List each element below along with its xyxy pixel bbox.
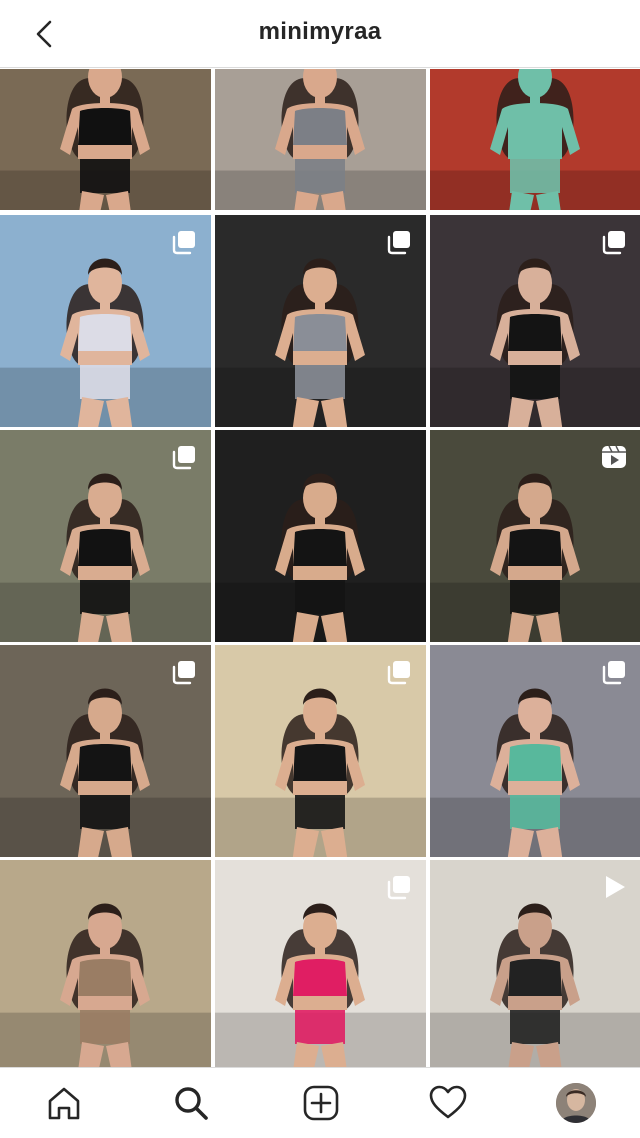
photo-shape <box>508 314 562 351</box>
post-thumbnail <box>215 430 426 642</box>
photo-shape <box>80 1010 130 1044</box>
photo-shape <box>78 314 132 351</box>
video-icon <box>606 876 625 898</box>
photo-shape <box>295 580 345 614</box>
photo-shape <box>80 795 130 829</box>
photo-shape <box>80 159 130 193</box>
grid-post-tile[interactable] <box>430 860 640 1072</box>
photo-shape <box>295 1010 345 1044</box>
photo-shape <box>295 795 345 829</box>
photo-shape <box>80 580 130 614</box>
grid-post-tile[interactable] <box>0 69 211 210</box>
profile-username[interactable]: minimyraa <box>0 18 640 46</box>
grid-post-tile[interactable] <box>215 645 426 857</box>
photo-shape <box>80 365 130 399</box>
post-thumbnail <box>215 69 426 210</box>
photo-shape <box>295 159 345 193</box>
photo-shape <box>510 1010 560 1044</box>
avatar <box>556 1083 596 1123</box>
nav-new-post-button[interactable] <box>296 1078 346 1128</box>
grid-post-tile[interactable] <box>215 860 426 1072</box>
photo-shape <box>510 795 560 829</box>
top-bar: minimyraa <box>0 0 640 68</box>
grid-post-tile[interactable] <box>430 645 640 857</box>
nav-search-button[interactable] <box>166 1078 216 1128</box>
photo-shape <box>78 108 132 145</box>
heart-icon <box>429 1085 467 1119</box>
grid-post-tile[interactable] <box>430 69 640 210</box>
photo-shape <box>293 959 347 996</box>
photo-shape <box>510 365 560 399</box>
photo-shape <box>293 744 347 781</box>
grid-post-tile[interactable] <box>430 215 640 427</box>
photo-shape <box>293 108 347 145</box>
post-thumbnail <box>430 69 640 210</box>
photo-shape <box>295 365 345 399</box>
photo-shape <box>293 529 347 566</box>
carousel-icon <box>172 446 195 470</box>
grid-post-tile[interactable] <box>0 645 211 857</box>
carousel-icon <box>602 661 625 685</box>
post-thumbnail <box>0 860 211 1072</box>
carousel-icon <box>172 661 195 685</box>
nav-home-button[interactable] <box>39 1078 89 1128</box>
carousel-icon <box>387 661 410 685</box>
grid-post-tile[interactable] <box>215 69 426 210</box>
search-icon <box>175 1087 208 1120</box>
grid-post-tile[interactable] <box>0 430 211 642</box>
photo-shape <box>78 959 132 996</box>
carousel-icon <box>387 876 410 900</box>
carousel-icon <box>602 231 625 255</box>
photo-shape <box>78 744 132 781</box>
carousel-icon <box>172 231 195 255</box>
grid-post-tile[interactable] <box>430 430 640 642</box>
photo-shape <box>510 159 560 193</box>
new-post-icon <box>303 1085 339 1121</box>
photo-shape <box>508 959 562 996</box>
photo-shape <box>293 314 347 351</box>
home-icon <box>48 1087 80 1120</box>
photo-shape <box>508 529 562 566</box>
nav-profile-button[interactable] <box>551 1078 601 1128</box>
photo-shape <box>508 108 562 145</box>
reel-icon <box>602 445 626 468</box>
grid-post-tile[interactable] <box>215 430 426 642</box>
photo-shape <box>508 744 562 781</box>
grid-post-tile[interactable] <box>0 860 211 1072</box>
photo-shape <box>510 580 560 614</box>
grid-post-tile[interactable] <box>0 215 211 427</box>
nav-activity-button[interactable] <box>423 1078 473 1128</box>
bottom-navigation <box>0 1067 640 1138</box>
post-thumbnail <box>0 69 211 210</box>
carousel-icon <box>387 231 410 255</box>
grid-post-tile[interactable] <box>215 215 426 427</box>
photo-shape <box>78 529 132 566</box>
